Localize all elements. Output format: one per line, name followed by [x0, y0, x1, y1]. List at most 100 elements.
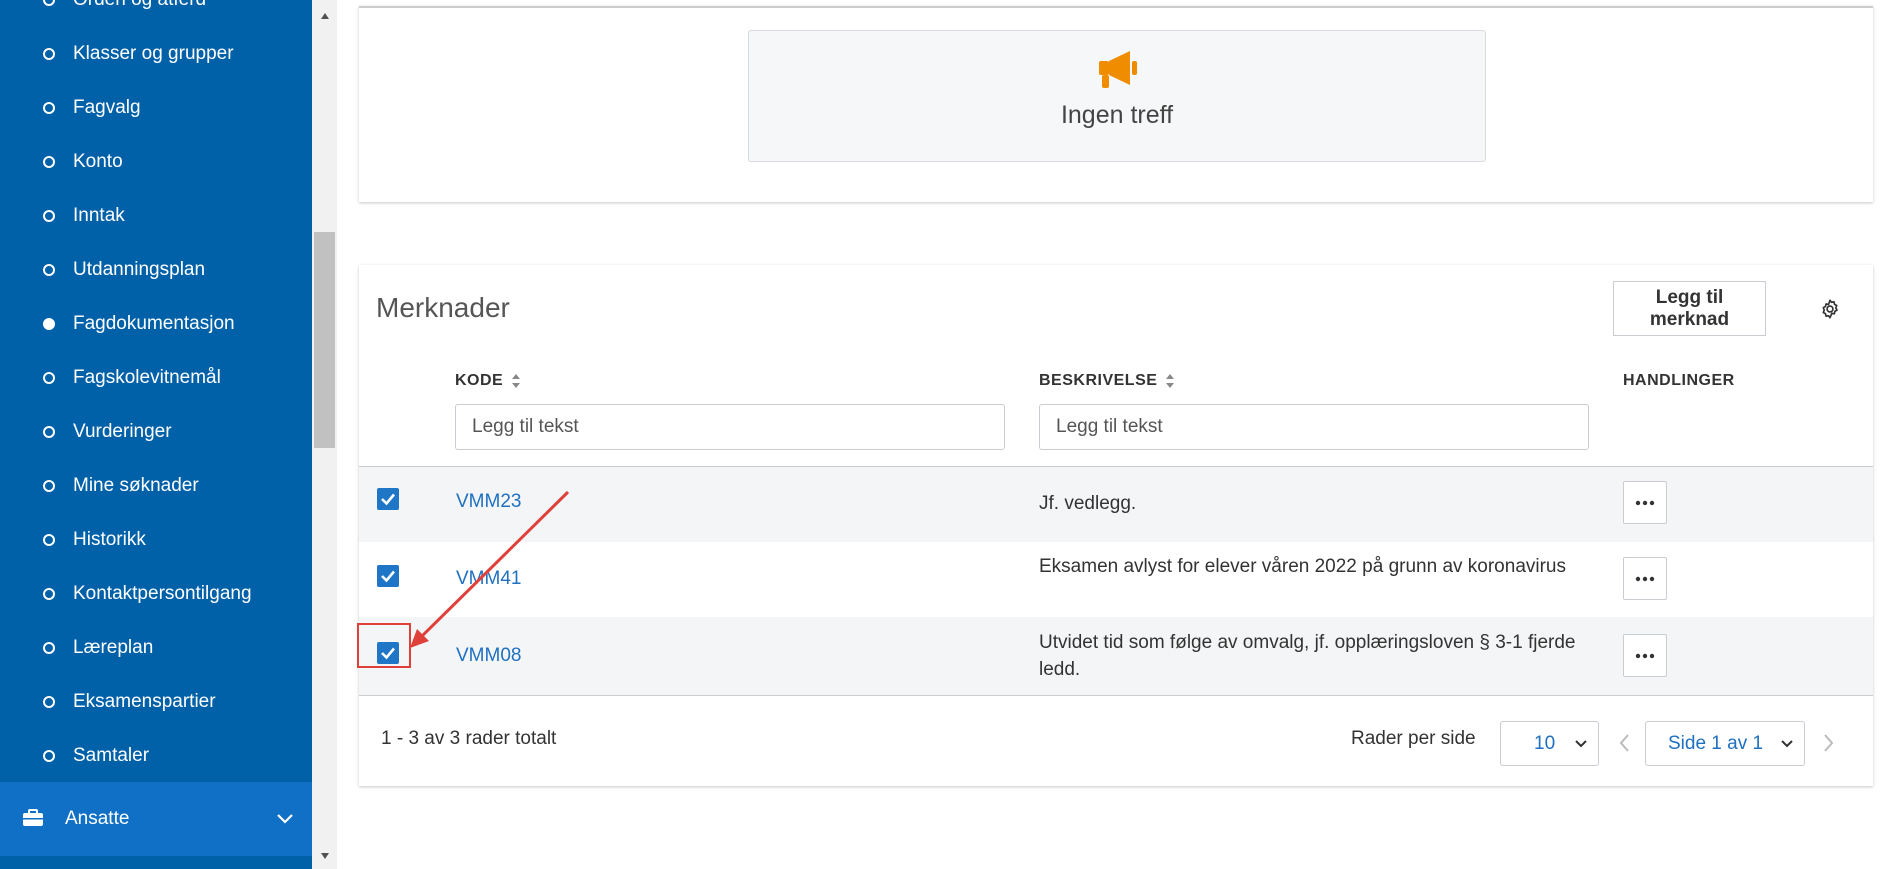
sidebar-item-orden[interactable]: Orden og atferd — [0, 0, 312, 27]
row-code-link[interactable]: VMM08 — [456, 645, 521, 667]
rows-per-page-value: 10 — [1534, 732, 1556, 754]
circle-icon — [43, 264, 55, 276]
page-select[interactable]: Side 1 av 1 — [1645, 721, 1805, 766]
rows-per-page-select[interactable]: 10 — [1500, 721, 1599, 766]
column-header-kode[interactable]: KODE — [455, 372, 521, 390]
scroll-down-button[interactable] — [312, 846, 337, 866]
annotation-highlight-box — [357, 623, 411, 668]
rows-per-page-label: Rader per side — [1351, 728, 1476, 749]
kode-filter-input[interactable] — [455, 404, 1005, 450]
row-actions-button[interactable] — [1623, 634, 1667, 677]
sidebar-item-label: Historikk — [73, 529, 146, 550]
sidebar-item-label: Orden og atferd — [73, 0, 206, 11]
briefcase-icon — [23, 809, 43, 826]
table-row: VMM08 Utvidet tid som følge av omvalg, j… — [359, 617, 1873, 695]
circle-icon — [43, 642, 55, 654]
sidebar-item-eksamenspartier[interactable]: Eksamenspartier — [0, 675, 312, 729]
circle-icon — [43, 156, 55, 168]
empty-state-text: Ingen treff — [1060, 101, 1174, 129]
row-actions-button[interactable] — [1623, 481, 1667, 524]
table-row: VMM23 Jf. vedlegg. — [359, 467, 1873, 542]
sidebar-item-label: Samtaler — [73, 745, 150, 766]
circle-icon — [43, 0, 55, 6]
megaphone-icon — [1099, 51, 1137, 88]
sidebar-section-ansatte[interactable]: Ansatte — [0, 782, 312, 856]
sidebar: Orden og atferd Klasser og grupper Fagva… — [0, 0, 312, 869]
row-actions-button[interactable] — [1623, 557, 1667, 600]
checkmark-icon — [381, 493, 395, 506]
row-checkbox[interactable] — [377, 565, 399, 587]
sidebar-item-label: Eksamenspartier — [73, 691, 216, 712]
sidebar-item-label: Konto — [73, 151, 123, 172]
column-header-label: BESKRIVELSE — [1039, 372, 1158, 389]
page-select-value: Side 1 av 1 — [1668, 732, 1764, 754]
sidebar-item-historikk[interactable]: Historikk — [0, 513, 312, 567]
sidebar-item-klasser[interactable]: Klasser og grupper — [0, 27, 312, 81]
checkmark-icon — [381, 570, 395, 583]
sort-icon[interactable] — [511, 373, 521, 389]
add-merknad-button[interactable]: Legg til merknad — [1613, 281, 1766, 336]
sidebar-scrollbar[interactable] — [312, 0, 337, 869]
scroll-thumb[interactable] — [314, 232, 335, 448]
more-horizontal-icon — [1635, 500, 1655, 505]
column-header-beskrivelse[interactable]: BESKRIVELSE — [1039, 372, 1175, 390]
sidebar-item-label: Utdanningsplan — [73, 259, 206, 280]
sidebar-item-fagvalg[interactable]: Fagvalg — [0, 81, 312, 135]
sidebar-item-label: Fagskolevitnemål — [73, 367, 221, 388]
sidebar-item-label: Læreplan — [73, 637, 154, 658]
sidebar-item-label: Fagvalg — [73, 97, 141, 118]
sidebar-item-kontaktpersontilgang[interactable]: Kontaktpersontilgang — [0, 567, 312, 621]
row-code-link[interactable]: VMM41 — [456, 568, 521, 590]
sidebar-item-vurderinger[interactable]: Vurderinger — [0, 405, 312, 459]
circle-icon — [43, 372, 55, 384]
row-description: Eksamen avlyst for elever våren 2022 på … — [1039, 556, 1566, 577]
sidebar-item-label: Fagdokumentasjon — [73, 313, 235, 334]
scroll-up-button[interactable] — [312, 6, 337, 26]
table-row: VMM41 Eksamen avlyst for elever våren 20… — [359, 542, 1873, 617]
gear-icon[interactable] — [1819, 298, 1841, 320]
circle-icon — [43, 48, 55, 60]
row-count-text: 1 - 3 av 3 rader totalt — [381, 728, 557, 749]
circle-icon — [43, 210, 55, 222]
sidebar-item-fagskolevitnemal[interactable]: Fagskolevitnemål — [0, 351, 312, 405]
previous-page-icon[interactable] — [1617, 732, 1631, 754]
sidebar-item-konto[interactable]: Konto — [0, 135, 312, 189]
sidebar-item-fagdokumentasjon[interactable]: Fagdokumentasjon — [0, 297, 312, 351]
sidebar-item-inntak[interactable]: Inntak — [0, 189, 312, 243]
sidebar-item-mine-soknader[interactable]: Mine søknader — [0, 459, 312, 513]
merknader-title: Merknader — [376, 292, 510, 323]
row-description: Utvidet tid som følge av omvalg, jf. opp… — [1039, 632, 1576, 680]
column-header-label: KODE — [455, 372, 504, 389]
next-page-icon[interactable] — [1822, 732, 1836, 754]
circle-icon — [43, 102, 55, 114]
merknader-panel: Merknader Legg til merknad KODE BESKRIVE… — [359, 265, 1873, 786]
sidebar-item-label: Vurderinger — [73, 421, 172, 442]
sidebar-item-label: Klasser og grupper — [73, 43, 234, 64]
more-horizontal-icon — [1635, 653, 1655, 658]
merknader-table-body: VMM23 Jf. vedlegg. VMM41 Eksamen avlyst … — [359, 466, 1873, 696]
row-checkbox[interactable] — [377, 488, 399, 510]
sidebar-section-label: Ansatte — [65, 808, 130, 829]
empty-state: Ingen treff — [748, 30, 1486, 162]
empty-state-panel: Ingen treff — [359, 6, 1873, 202]
circle-icon — [43, 750, 55, 762]
filled-circle-icon — [43, 318, 55, 330]
sidebar-item-label: Kontaktpersontilgang — [73, 583, 252, 604]
sidebar-item-laereplan[interactable]: Læreplan — [0, 621, 312, 675]
sidebar-item-label: Mine søknader — [73, 475, 199, 496]
sidebar-item-samtaler[interactable]: Samtaler — [0, 729, 312, 783]
chevron-down-icon — [1781, 740, 1793, 748]
circle-icon — [43, 480, 55, 492]
column-header-label: HANDLINGER — [1623, 372, 1735, 389]
more-horizontal-icon — [1635, 576, 1655, 581]
triangle-down-icon — [320, 853, 329, 859]
beskrivelse-filter-input[interactable] — [1039, 404, 1589, 450]
sidebar-item-label: Inntak — [73, 205, 125, 226]
triangle-up-icon — [320, 13, 329, 19]
circle-icon — [43, 588, 55, 600]
row-code-link[interactable]: VMM23 — [456, 491, 521, 513]
circle-icon — [43, 534, 55, 546]
sort-icon[interactable] — [1165, 373, 1175, 389]
sidebar-item-utdanningsplan[interactable]: Utdanningsplan — [0, 243, 312, 297]
row-description: Jf. vedlegg. — [1039, 493, 1137, 514]
